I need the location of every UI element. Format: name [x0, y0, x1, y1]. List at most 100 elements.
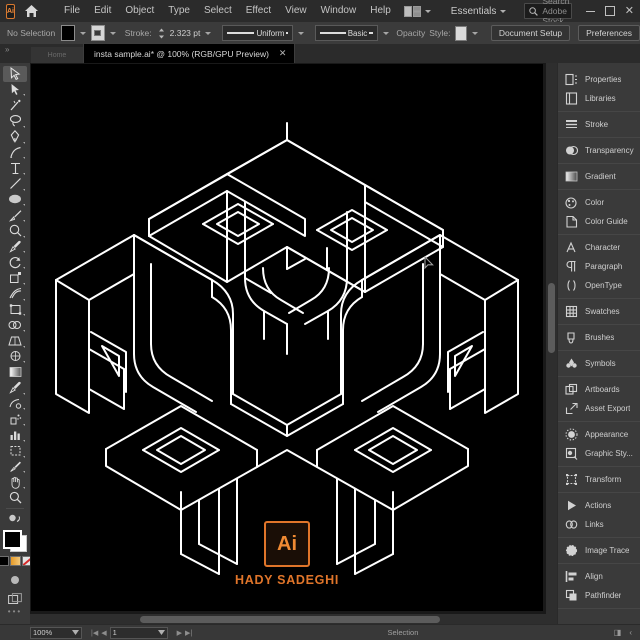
panel-item-character[interactable]: Character: [558, 238, 640, 257]
slice-tool[interactable]: [3, 459, 27, 475]
eyedropper-tool[interactable]: [3, 239, 27, 255]
color-swatch-icon[interactable]: [0, 556, 9, 567]
mesh-tool[interactable]: [3, 349, 27, 365]
paintbrush-tool[interactable]: [3, 207, 27, 223]
panel-item-image-trace[interactable]: Image Trace: [558, 541, 640, 560]
panel-item-artboards[interactable]: Artboards: [558, 380, 640, 399]
rotate-tool[interactable]: [3, 254, 27, 270]
panel-item-properties[interactable]: Properties: [558, 70, 640, 89]
prev-artboard-icon[interactable]: ◀: [101, 629, 106, 637]
chevron-double-icon[interactable]: »: [0, 44, 31, 54]
curvature-tool[interactable]: [3, 145, 27, 161]
first-artboard-icon[interactable]: |◀: [91, 629, 98, 637]
fill-stroke-indicator[interactable]: [2, 530, 28, 553]
panel-item-gradient[interactable]: Gradient: [558, 167, 640, 186]
panel-item-symbols[interactable]: Symbols: [558, 354, 640, 373]
last-artboard-icon[interactable]: ▶|: [185, 629, 192, 637]
fill-color-swatch[interactable]: [60, 25, 75, 41]
menu-item-select[interactable]: Select: [197, 0, 239, 22]
panel-item-transform[interactable]: Transform: [558, 470, 640, 489]
variable-width-profile-select[interactable]: Uniform: [222, 25, 293, 41]
gradient-swatch-icon[interactable]: [9, 556, 21, 567]
panel-item-opentype[interactable]: OpenType: [558, 276, 640, 295]
selection-tool[interactable]: [3, 66, 27, 82]
panel-item-appearance[interactable]: Appearance: [558, 425, 640, 444]
gradient-tool[interactable]: [3, 364, 27, 380]
scale-tool[interactable]: [3, 270, 27, 286]
magic-wand-tool[interactable]: [3, 97, 27, 113]
menu-item-effect[interactable]: Effect: [239, 0, 278, 22]
panel-item-graphic-sty[interactable]: Graphic Sty...: [558, 444, 640, 463]
panel-item-align[interactable]: Align: [558, 567, 640, 586]
line-segment-tool[interactable]: [3, 176, 27, 192]
graphic-style-swatch[interactable]: [454, 25, 467, 41]
panel-item-asset-export[interactable]: Asset Export: [558, 399, 640, 418]
menu-item-view[interactable]: View: [278, 0, 314, 22]
panel-item-libraries[interactable]: Libraries: [558, 89, 640, 108]
panel-item-color-guide[interactable]: Color Guide: [558, 212, 640, 231]
zoom-tool[interactable]: [3, 490, 27, 506]
drawing-mode-icon[interactable]: [3, 572, 27, 588]
status-menu-icon[interactable]: ◨: [614, 628, 622, 637]
type-tool[interactable]: [3, 160, 27, 176]
free-transform-tool[interactable]: [3, 302, 27, 318]
vertical-scrollbar-thumb[interactable]: [548, 283, 555, 353]
perspective-grid-tool[interactable]: [3, 333, 27, 349]
menu-item-object[interactable]: Object: [118, 0, 161, 22]
canvas-area[interactable]: Ai HADY SADEGHI: [30, 63, 557, 625]
symbol-sprayer-tool[interactable]: [3, 411, 27, 427]
panel-item-actions[interactable]: Actions: [558, 496, 640, 515]
brush-chevron-down-icon[interactable]: [383, 31, 390, 35]
close-icon[interactable]: ✕: [279, 48, 287, 59]
home-tab[interactable]: Home: [31, 47, 83, 63]
toolbar-overflow-icon[interactable]: •••: [8, 607, 22, 616]
stroke-weight-stepper[interactable]: [157, 28, 166, 39]
vertical-scrollbar[interactable]: [546, 63, 557, 625]
blend-tool[interactable]: [3, 396, 27, 412]
panel-item-color[interactable]: Color: [558, 193, 640, 212]
search-input[interactable]: Search Adobe Stock: [524, 0, 572, 26]
screen-mode-icon[interactable]: [3, 591, 27, 607]
menu-item-help[interactable]: Help: [363, 0, 398, 22]
workspace-chevron-down-icon[interactable]: [500, 9, 507, 13]
menu-item-type[interactable]: Type: [161, 0, 197, 22]
arrange-chevron-down-icon[interactable]: [424, 9, 431, 13]
artboard[interactable]: Ai HADY SADEGHI: [31, 64, 543, 611]
arrange-documents-icon[interactable]: [403, 5, 421, 17]
panel-item-pathfinder[interactable]: Pathfinder: [558, 586, 640, 605]
panel-item-swatches[interactable]: Swatches: [558, 302, 640, 321]
panel-item-transparency[interactable]: Transparency: [558, 141, 640, 160]
zoom-level-field[interactable]: 100%: [30, 626, 82, 639]
panel-item-stroke[interactable]: Stroke: [558, 115, 640, 134]
width-tool[interactable]: [3, 286, 27, 302]
minimize-icon[interactable]: [585, 10, 595, 12]
menu-item-file[interactable]: File: [57, 0, 87, 22]
stroke-color-swatch[interactable]: [90, 25, 105, 41]
width-profile-chevron-down-icon[interactable]: [297, 31, 304, 35]
preferences-button[interactable]: Preferences: [578, 25, 640, 41]
direct-selection-tool[interactable]: [3, 82, 27, 98]
edit-toolbar-button[interactable]: [3, 511, 27, 527]
pen-tool[interactable]: [3, 129, 27, 145]
document-tab[interactable]: insta sample.ai* @ 100% (RGB/GPU Preview…: [83, 43, 296, 63]
status-resize-icon[interactable]: ‹: [629, 628, 632, 637]
shaper-tool[interactable]: [3, 223, 27, 239]
next-artboard-icon[interactable]: ▶: [177, 629, 182, 637]
style-chevron-down-icon[interactable]: [471, 31, 478, 35]
stroke-weight-value[interactable]: 2.323 pt: [170, 28, 201, 38]
artboard-tool[interactable]: [3, 443, 27, 459]
hand-tool[interactable]: [3, 474, 27, 490]
stroke-weight-chevron-down-icon[interactable]: [205, 31, 212, 35]
column-graph-tool[interactable]: [3, 427, 27, 443]
artboard-number-field[interactable]: 1: [109, 626, 168, 639]
brush-definition-select[interactable]: Basic: [314, 25, 379, 41]
menu-item-window[interactable]: Window: [314, 0, 364, 22]
horizontal-scrollbar-thumb[interactable]: [140, 616, 440, 623]
fill-chevron-down-icon[interactable]: [79, 31, 86, 35]
document-setup-button[interactable]: Document Setup: [490, 25, 571, 41]
eyedropper-tool-2[interactable]: [3, 380, 27, 396]
home-icon[interactable]: [24, 3, 39, 19]
panel-item-paragraph[interactable]: Paragraph: [558, 257, 640, 276]
panel-item-brushes[interactable]: Brushes: [558, 328, 640, 347]
menu-item-edit[interactable]: Edit: [87, 0, 118, 22]
